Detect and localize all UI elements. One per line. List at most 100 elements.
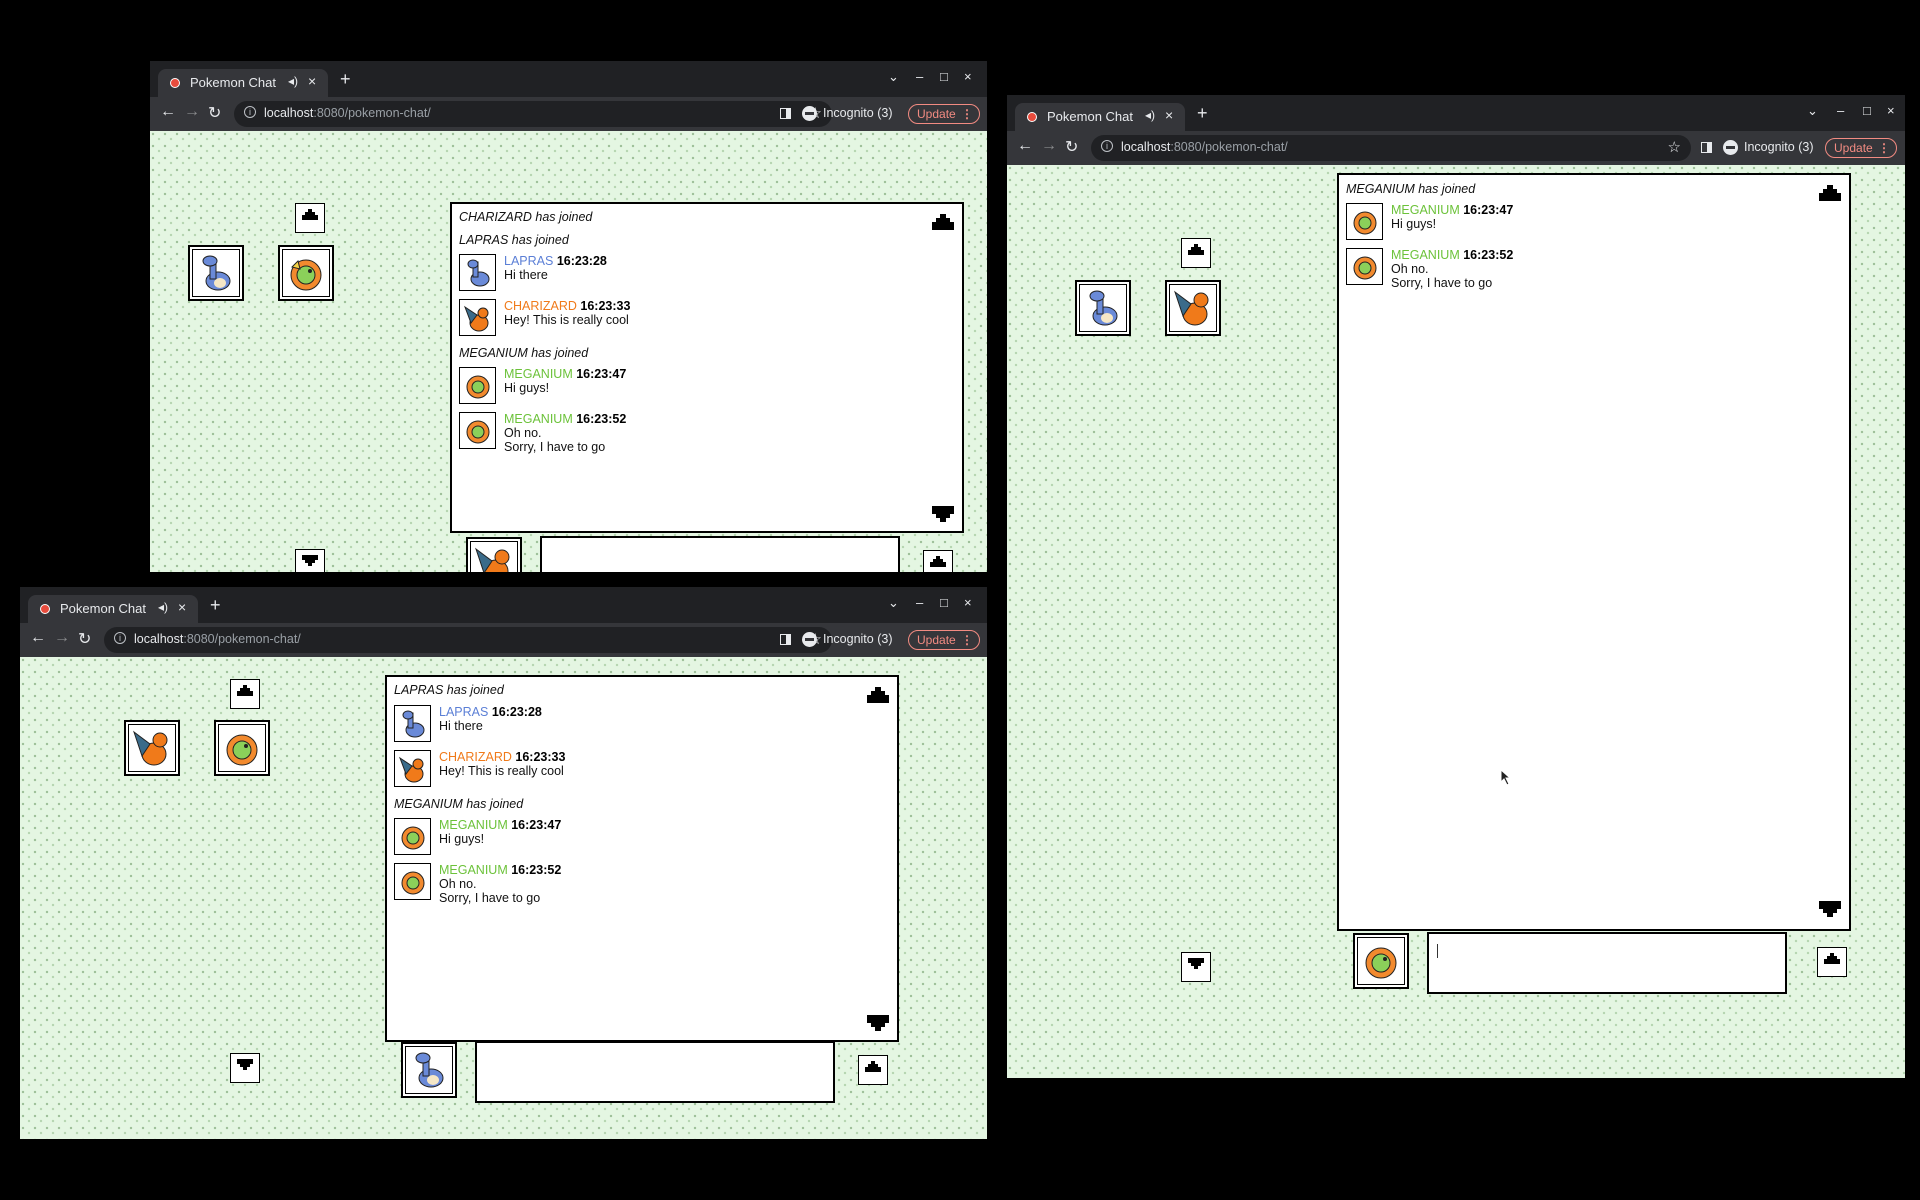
close-tab-icon[interactable]: × — [1165, 107, 1173, 123]
current-user-charizard-sprite[interactable] — [466, 537, 522, 572]
update-button[interactable]: Update ⋮ — [908, 104, 980, 124]
incognito-icon — [802, 106, 817, 122]
tab-search-chevron-icon[interactable]: ⌄ — [888, 595, 899, 611]
chat-log[interactable]: MEGANIUM has joined MEGANIUM 16:23:47 Hi … — [1337, 173, 1851, 931]
new-tab-plus-icon[interactable]: + — [1197, 104, 1208, 122]
join-notice: MEGANIUM has joined — [1346, 182, 1476, 196]
message-text: Hi guys! — [504, 381, 550, 395]
incognito-indicator[interactable]: Incognito (3) — [1723, 140, 1813, 156]
maximize-icon[interactable]: □ — [1863, 103, 1871, 118]
maximize-icon[interactable]: □ — [940, 595, 948, 610]
tab-strip: Pokemon Chat ◂) × + ⌄ – □ × — [1007, 95, 1905, 131]
speaker-icon[interactable]: ◂) — [158, 600, 168, 614]
incognito-icon — [1723, 140, 1738, 156]
scroll-up-button[interactable] — [1181, 238, 1211, 268]
meganium-sprite[interactable] — [214, 720, 270, 776]
message-text: Sorry, I have to go — [504, 440, 606, 454]
scroll-down-button[interactable] — [230, 1053, 260, 1083]
meganium-sprite[interactable] — [278, 245, 334, 301]
lapras-sprite[interactable] — [188, 245, 244, 301]
forward-arrow-icon[interactable]: → — [54, 629, 70, 647]
tab-search-chevron-icon[interactable]: ⌄ — [1807, 103, 1818, 119]
message-text: Oh no. — [504, 426, 542, 440]
reload-icon[interactable]: ↻ — [78, 629, 91, 649]
charizard-sprite[interactable] — [1165, 280, 1221, 336]
close-window-icon[interactable]: × — [964, 595, 972, 610]
charizard-sprite[interactable] — [124, 720, 180, 776]
charizard-icon — [133, 730, 168, 766]
scroll-down-button[interactable] — [295, 549, 325, 572]
close-tab-icon[interactable]: × — [178, 599, 186, 615]
chat-log[interactable]: LAPRAS has joined LAPRAS 16:23:28 Hi ther… — [385, 675, 899, 1042]
send-button[interactable] — [1817, 947, 1847, 977]
update-button[interactable]: Update ⋮ — [1825, 138, 1897, 158]
speaker-icon[interactable]: ◂) — [1145, 108, 1155, 122]
send-button[interactable] — [858, 1055, 888, 1085]
incognito-indicator[interactable]: Incognito (3) — [802, 632, 892, 648]
forward-arrow-icon[interactable]: → — [184, 103, 200, 121]
reload-icon[interactable]: ↻ — [208, 103, 221, 123]
address-bar[interactable]: i localhost:8080/pokemon-chat/ ☆ — [104, 627, 832, 653]
incognito-indicator[interactable]: Incognito (3) — [802, 106, 892, 122]
message-input[interactable] — [1427, 932, 1787, 994]
address-bar[interactable]: i localhost:8080/pokemon-chat/ ☆ — [234, 101, 832, 127]
current-user-lapras-sprite[interactable] — [401, 1042, 457, 1098]
speaker-icon[interactable]: ◂) — [288, 74, 298, 88]
meganium-icon — [290, 259, 322, 291]
scroll-down-button[interactable] — [1181, 952, 1211, 982]
back-arrow-icon[interactable]: ← — [30, 629, 46, 647]
menu-dots-icon[interactable]: ⋮ — [1878, 139, 1890, 157]
message-input[interactable] — [540, 536, 900, 572]
side-panel-icon[interactable] — [780, 108, 791, 119]
timestamp: 16:23:47 — [576, 367, 627, 381]
bookmark-star-icon[interactable]: ☆ — [1668, 138, 1681, 156]
back-arrow-icon[interactable]: ← — [1017, 137, 1033, 155]
tab-pokemon-chat[interactable]: Pokemon Chat ◂) × — [1015, 103, 1185, 131]
maximize-icon[interactable]: □ — [940, 69, 948, 84]
tab-pokemon-chat[interactable]: Pokemon Chat ◂) × — [158, 69, 328, 97]
close-window-icon[interactable]: × — [1887, 103, 1895, 118]
menu-dots-icon[interactable]: ⋮ — [961, 631, 973, 649]
forward-arrow-icon[interactable]: → — [1041, 137, 1057, 155]
text-caret — [1437, 944, 1438, 958]
back-arrow-icon[interactable]: ← — [160, 103, 176, 121]
message-text: Hi guys! — [439, 832, 485, 846]
tab-pokemon-chat[interactable]: Pokemon Chat ◂) × — [28, 595, 198, 623]
site-info-icon[interactable]: i — [1101, 140, 1113, 152]
close-window-icon[interactable]: × — [964, 69, 972, 84]
sender-name: MEGANIUM — [439, 863, 508, 877]
minimize-icon[interactable]: – — [916, 595, 923, 610]
message-input[interactable] — [475, 1041, 835, 1103]
up-arrow-icon — [930, 556, 946, 567]
chat-log[interactable]: CHARIZARD has joined LAPRAS has joined L… — [450, 202, 964, 533]
new-tab-plus-icon[interactable]: + — [340, 70, 351, 88]
minimize-icon[interactable]: – — [1837, 103, 1844, 118]
tab-title: Pokemon Chat — [190, 75, 276, 90]
side-panel-icon[interactable] — [1701, 142, 1712, 153]
side-panel-icon[interactable] — [780, 634, 791, 645]
update-button[interactable]: Update ⋮ — [908, 630, 980, 650]
join-notice: MEGANIUM has joined — [394, 797, 524, 811]
tab-search-chevron-icon[interactable]: ⌄ — [888, 69, 899, 85]
minimize-icon[interactable]: – — [916, 69, 923, 84]
new-tab-plus-icon[interactable]: + — [210, 596, 221, 614]
lapras-sprite[interactable] — [1075, 280, 1131, 336]
lapras-icon — [1089, 290, 1118, 326]
mouse-pointer-icon — [1500, 768, 1513, 791]
scroll-up-button[interactable] — [230, 679, 260, 709]
meganium-icon — [1353, 256, 1377, 280]
page-content: CHARIZARD has joined LAPRAS has joined L… — [150, 131, 987, 572]
timestamp: 16:23:47 — [1463, 203, 1514, 217]
site-info-icon[interactable]: i — [114, 632, 126, 644]
address-bar[interactable]: i localhost:8080/pokemon-chat/ ☆ — [1091, 135, 1691, 161]
reload-icon[interactable]: ↻ — [1065, 137, 1078, 157]
meganium-avatar — [1346, 248, 1383, 285]
site-info-icon[interactable]: i — [244, 106, 256, 118]
close-tab-icon[interactable]: × — [308, 73, 316, 89]
message-text: Hey! This is really cool — [439, 764, 564, 778]
scroll-up-button[interactable] — [295, 203, 325, 233]
send-button[interactable] — [923, 550, 953, 572]
current-user-meganium-sprite[interactable] — [1353, 933, 1409, 989]
menu-dots-icon[interactable]: ⋮ — [961, 105, 973, 123]
tab-strip: Pokemon Chat ◂) × + ⌄ – □ × — [20, 587, 987, 623]
